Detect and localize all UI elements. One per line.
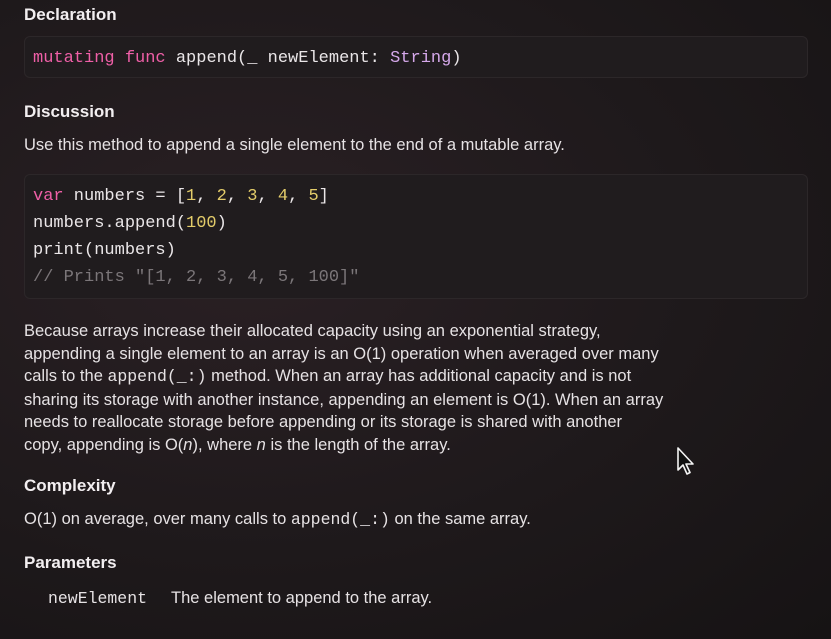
body-text: ), where	[192, 435, 257, 454]
inline-code: append(_:)	[290, 510, 390, 529]
code-text: ]	[318, 187, 329, 206]
code-line: numbers.append(100)	[33, 210, 807, 237]
math-variable: n	[256, 435, 266, 454]
code-text: numbers = [	[63, 187, 187, 206]
discussion-heading: Discussion	[24, 102, 115, 121]
example-code-block: var numbers = [1, 2, 3, 4, 5] numbers.ap…	[24, 174, 808, 299]
code-line: var numbers = [1, 2, 3, 4, 5]	[33, 183, 807, 210]
mouse-pointer-icon	[676, 447, 696, 482]
code-text: append(_ newElement:	[175, 49, 391, 68]
code-type: String	[390, 49, 452, 68]
body-text: on the same array.	[389, 510, 531, 528]
code-number: 4	[277, 187, 289, 206]
body-text: is the length of the array.	[265, 435, 451, 454]
declaration-heading: Declaration	[24, 5, 117, 24]
body-text: O(1) on average, over many calls to	[24, 510, 291, 528]
discussion-body: Because arrays increase their allocated …	[24, 320, 814, 456]
body-line: needs to reallocate storage before appen…	[24, 413, 623, 431]
declaration-code-block: mutating func append(_ newElement: Strin…	[24, 36, 808, 78]
body-text: method. When an array has additional cap…	[206, 367, 632, 385]
code-number: 100	[186, 214, 217, 233]
code-keyword: var	[33, 187, 64, 206]
code-text: numbers.append(	[33, 214, 187, 233]
declaration-code-line: mutating func append(_ newElement: Strin…	[33, 45, 807, 72]
code-text: )	[216, 214, 227, 233]
parameter-description: The element to append to the array.	[171, 589, 433, 607]
parameters-heading: Parameters	[24, 553, 117, 572]
body-line: sharing its storage with another instanc…	[24, 390, 664, 409]
code-text: ,	[257, 187, 278, 206]
code-comment: // Prints "[1, 2, 3, 4, 5, 100]"	[33, 268, 360, 287]
complexity-text: O(1) on average, over many calls to appe…	[24, 508, 814, 532]
discussion-intro: Use this method to append a single eleme…	[24, 136, 565, 154]
body-line: Because arrays increase their allocated …	[24, 322, 601, 340]
inline-code: append(_:)	[107, 367, 207, 386]
code-keyword: func	[124, 49, 166, 68]
code-text: ,	[288, 187, 309, 206]
code-text: ,	[196, 187, 217, 206]
parameter-name: newElement	[48, 589, 148, 608]
code-keyword: mutating	[33, 49, 115, 68]
body-text: calls to the	[24, 367, 108, 385]
code-number: 5	[308, 187, 319, 206]
code-text: )	[451, 49, 462, 68]
code-number: 3	[247, 187, 258, 206]
body-line: calls to the append(_:) method. When an …	[24, 365, 814, 389]
body-text: copy, appending is O(	[24, 435, 184, 454]
complexity-heading: Complexity	[24, 476, 116, 495]
body-line: calls to the appending a single element …	[24, 343, 814, 366]
code-number: 2	[216, 187, 227, 206]
code-number: 1	[186, 187, 197, 206]
parameter-row: newElement The element to append to the a…	[48, 589, 432, 608]
code-text: ,	[226, 187, 248, 206]
code-line: print(numbers)	[33, 241, 176, 260]
body-text: appending a single element to an array i…	[24, 344, 659, 363]
